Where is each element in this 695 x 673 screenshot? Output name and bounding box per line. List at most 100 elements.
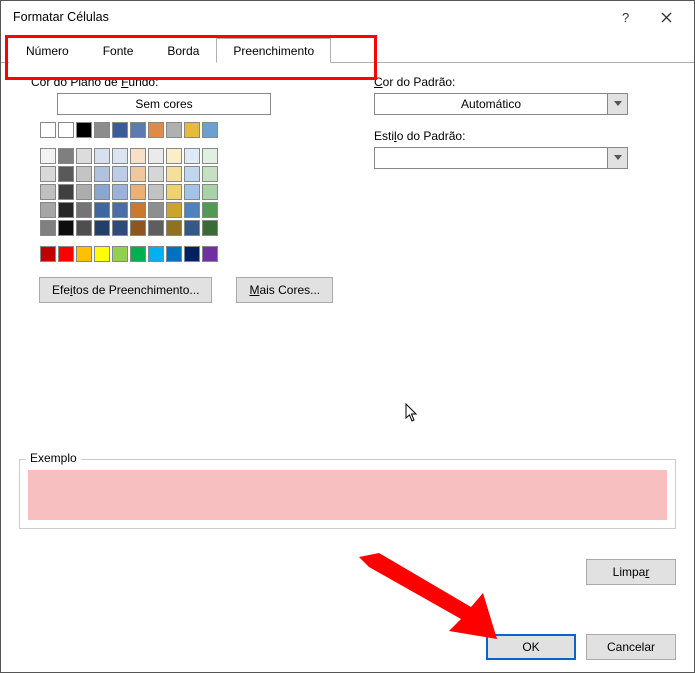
format-cells-dialog: Formatar Células ? Número Fonte Borda Pr… — [0, 0, 695, 673]
color-swatch[interactable] — [76, 202, 92, 218]
color-swatch[interactable] — [94, 202, 110, 218]
color-swatch[interactable] — [112, 122, 128, 138]
color-swatch[interactable] — [166, 166, 182, 182]
chevron-down-icon — [607, 148, 627, 168]
color-swatch[interactable] — [130, 166, 146, 182]
color-palette — [39, 121, 374, 263]
pattern-style-label: Estilo do Padrão: — [374, 129, 674, 143]
color-swatch[interactable] — [40, 166, 56, 182]
color-swatch[interactable] — [148, 148, 164, 164]
tab-preenchimento[interactable]: Preenchimento — [216, 38, 331, 63]
color-swatch[interactable] — [58, 148, 74, 164]
close-button[interactable] — [646, 2, 686, 32]
color-swatch[interactable] — [148, 184, 164, 200]
color-swatch[interactable] — [148, 220, 164, 236]
pattern-style-combo[interactable] — [374, 147, 628, 169]
color-swatch[interactable] — [76, 184, 92, 200]
color-swatch[interactable] — [184, 246, 200, 262]
fill-effects-button[interactable]: Efeitos de Preenchimento... — [39, 277, 212, 303]
example-preview — [28, 470, 667, 520]
color-swatch[interactable] — [202, 122, 218, 138]
pattern-color-combo[interactable]: Automático — [374, 93, 628, 115]
color-swatch[interactable] — [58, 202, 74, 218]
color-swatch[interactable] — [40, 184, 56, 200]
color-swatch[interactable] — [58, 220, 74, 236]
color-swatch[interactable] — [166, 220, 182, 236]
color-swatch[interactable] — [166, 148, 182, 164]
color-swatch[interactable] — [148, 166, 164, 182]
color-swatch[interactable] — [112, 220, 128, 236]
color-swatch[interactable] — [76, 148, 92, 164]
more-colors-button[interactable]: Mais Cores... — [236, 277, 333, 303]
tab-label: Número — [26, 44, 69, 58]
color-swatch[interactable] — [166, 246, 182, 262]
color-swatch[interactable] — [184, 202, 200, 218]
color-swatch[interactable] — [184, 122, 200, 138]
color-swatch[interactable] — [184, 148, 200, 164]
color-swatch[interactable] — [202, 202, 218, 218]
color-swatch[interactable] — [40, 220, 56, 236]
svg-text:?: ? — [622, 11, 629, 23]
tab-bar: Número Fonte Borda Preenchimento — [1, 37, 694, 63]
tab-fonte[interactable]: Fonte — [86, 38, 151, 63]
color-swatch[interactable] — [58, 246, 74, 262]
window-title: Formatar Células — [9, 10, 606, 24]
example-legend: Exemplo — [26, 451, 81, 465]
color-swatch[interactable] — [76, 246, 92, 262]
color-swatch[interactable] — [202, 220, 218, 236]
color-swatch[interactable] — [130, 220, 146, 236]
color-swatch[interactable] — [166, 184, 182, 200]
color-swatch[interactable] — [76, 166, 92, 182]
color-swatch[interactable] — [76, 122, 92, 138]
color-swatch[interactable] — [130, 184, 146, 200]
color-swatch[interactable] — [184, 220, 200, 236]
color-swatch[interactable] — [130, 246, 146, 262]
color-swatch[interactable] — [184, 184, 200, 200]
color-swatch[interactable] — [94, 220, 110, 236]
cursor-icon — [405, 403, 421, 423]
color-swatch[interactable] — [112, 166, 128, 182]
color-swatch[interactable] — [166, 122, 182, 138]
color-swatch[interactable] — [94, 184, 110, 200]
color-swatch[interactable] — [148, 246, 164, 262]
color-swatch[interactable] — [94, 166, 110, 182]
color-swatch[interactable] — [166, 202, 182, 218]
color-swatch[interactable] — [130, 202, 146, 218]
color-swatch[interactable] — [202, 184, 218, 200]
ok-button[interactable]: OK — [486, 634, 576, 660]
color-swatch[interactable] — [40, 246, 56, 262]
color-swatch[interactable] — [94, 122, 110, 138]
color-swatch[interactable] — [112, 202, 128, 218]
color-swatch[interactable] — [40, 148, 56, 164]
color-swatch[interactable] — [112, 246, 128, 262]
color-swatch[interactable] — [130, 122, 146, 138]
cancel-button[interactable]: Cancelar — [586, 634, 676, 660]
color-swatch-none[interactable] — [40, 122, 56, 138]
example-fieldset: Exemplo — [19, 459, 676, 529]
color-swatch[interactable] — [58, 184, 74, 200]
color-swatch[interactable] — [58, 122, 74, 138]
color-swatch[interactable] — [94, 246, 110, 262]
help-button[interactable]: ? — [606, 2, 646, 32]
tab-borda[interactable]: Borda — [150, 38, 216, 63]
color-swatch[interactable] — [112, 148, 128, 164]
annotation-arrow-icon — [351, 553, 501, 643]
color-swatch[interactable] — [58, 166, 74, 182]
pattern-style-value — [375, 148, 607, 168]
color-swatch[interactable] — [202, 148, 218, 164]
no-color-button[interactable]: Sem cores — [57, 93, 271, 115]
color-swatch[interactable] — [94, 148, 110, 164]
color-swatch[interactable] — [76, 220, 92, 236]
color-swatch[interactable] — [148, 122, 164, 138]
color-swatch[interactable] — [148, 202, 164, 218]
color-swatch[interactable] — [112, 184, 128, 200]
clear-button[interactable]: Limpar — [586, 559, 676, 585]
tab-label: Borda — [167, 44, 199, 58]
color-swatch[interactable] — [130, 148, 146, 164]
chevron-down-icon — [607, 94, 627, 114]
color-swatch[interactable] — [184, 166, 200, 182]
color-swatch[interactable] — [202, 166, 218, 182]
color-swatch[interactable] — [40, 202, 56, 218]
tab-numero[interactable]: Número — [9, 38, 86, 63]
color-swatch[interactable] — [202, 246, 218, 262]
